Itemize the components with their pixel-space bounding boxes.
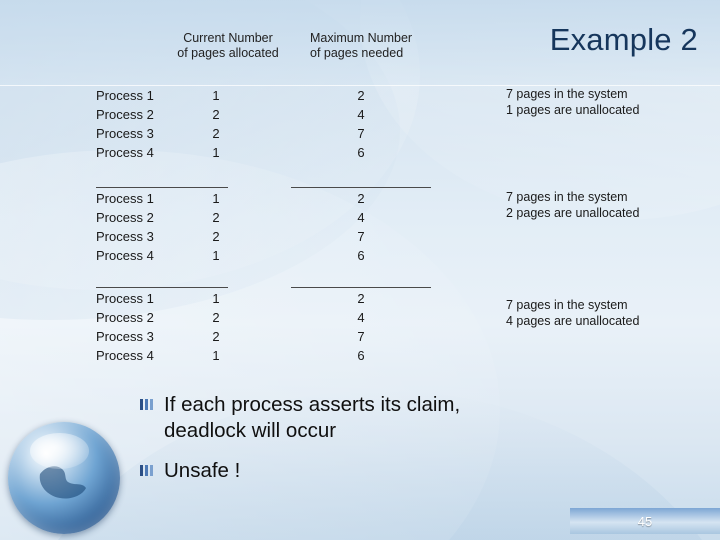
table-row: Process 1 1 2 7 pages in the system 4 pa… bbox=[96, 291, 706, 328]
bullet-list: If each process asserts its claim, deadl… bbox=[140, 392, 680, 498]
cell-current: 2 bbox=[212, 229, 220, 244]
cell-process: Process 1 bbox=[96, 291, 154, 306]
cell-process: Process 3 bbox=[96, 126, 154, 141]
block-note-line1: 7 pages in the system bbox=[506, 87, 628, 101]
cell-current: 1 bbox=[212, 191, 220, 206]
cell-maximum: 4 bbox=[357, 107, 365, 122]
cell-process: Process 4 bbox=[96, 145, 154, 160]
bullet-marker-icon bbox=[140, 399, 153, 410]
slide-number: 45 bbox=[637, 513, 653, 529]
bullet-text-line2: deadlock will occur bbox=[164, 419, 337, 442]
block-note-line1: 7 pages in the system bbox=[506, 190, 628, 204]
cell-process: Process 1 bbox=[96, 191, 154, 206]
bullet-text: If each process asserts its claim, deadl… bbox=[164, 392, 460, 444]
globe-logo bbox=[8, 422, 120, 534]
cell-maximum: 7 bbox=[357, 329, 365, 344]
column-header-current-line2: of pages allocated bbox=[177, 46, 279, 60]
cell-current: 1 bbox=[212, 88, 220, 103]
cell-maximum: 6 bbox=[357, 248, 365, 263]
cell-current: 1 bbox=[212, 291, 220, 306]
block-rule-right bbox=[291, 287, 431, 288]
table-row: Process 4 1 6 bbox=[96, 248, 706, 267]
bullet-marker-icon bbox=[140, 465, 153, 476]
table-row: Process 1 1 2 7 pages in the system 1 pa… bbox=[96, 87, 706, 117]
cell-maximum: 4 bbox=[357, 310, 365, 325]
cell-maximum: 6 bbox=[357, 145, 365, 160]
cell-process: Process 1 bbox=[96, 88, 154, 103]
table-row: Process 2 2 4 bbox=[96, 310, 706, 329]
cell-process: Process 2 bbox=[96, 107, 154, 122]
column-header-maximum-line1: Maximum Number bbox=[310, 31, 413, 45]
cell-maximum: 2 bbox=[357, 291, 365, 306]
globe-landmass-icon bbox=[39, 466, 86, 499]
cell-current: 1 bbox=[212, 348, 220, 363]
cell-process: Process 2 bbox=[96, 310, 154, 325]
cell-maximum: 2 bbox=[357, 191, 365, 206]
cell-process: Process 3 bbox=[96, 229, 154, 244]
bullet-text: Unsafe ! bbox=[164, 459, 241, 482]
bullet-text-line1: If each process asserts its claim, bbox=[164, 393, 461, 416]
table-row: Process 3 2 7 bbox=[96, 229, 706, 248]
column-header-current: Current Number of pages allocated bbox=[163, 31, 293, 61]
list-item: If each process asserts its claim, deadl… bbox=[140, 392, 680, 444]
table-row: Process 3 2 7 bbox=[96, 329, 706, 348]
table-row: Process 3 2 7 bbox=[96, 126, 706, 145]
column-header-maximum-line2: of pages needed bbox=[310, 46, 404, 60]
table-block-3: Process 1 1 2 7 pages in the system 4 pa… bbox=[96, 287, 706, 367]
cell-current: 1 bbox=[212, 145, 220, 160]
cell-current: 2 bbox=[212, 107, 220, 122]
table-row: Process 2 2 4 bbox=[96, 210, 706, 229]
block-rule-left bbox=[96, 287, 228, 288]
cell-process: Process 2 bbox=[96, 210, 154, 225]
table-block-1: Process 1 1 2 7 pages in the system 1 pa… bbox=[96, 87, 706, 164]
cell-maximum: 6 bbox=[357, 348, 365, 363]
cell-current: 1 bbox=[212, 248, 220, 263]
list-item: Unsafe ! bbox=[140, 458, 680, 484]
slide-number-plate: 45 bbox=[570, 508, 720, 534]
column-header-current-line1: Current Number bbox=[183, 31, 273, 45]
cell-maximum: 2 bbox=[357, 88, 365, 103]
cell-current: 2 bbox=[212, 310, 220, 325]
cell-current: 2 bbox=[212, 329, 220, 344]
table-row: Process 1 1 2 7 pages in the system 2 pa… bbox=[96, 190, 706, 220]
cell-current: 2 bbox=[212, 126, 220, 141]
cell-process: Process 4 bbox=[96, 348, 154, 363]
cell-process: Process 3 bbox=[96, 329, 154, 344]
cell-current: 2 bbox=[212, 210, 220, 225]
table-row: Process 2 2 4 bbox=[96, 107, 706, 126]
slide: Example 2 Current Number of pages alloca… bbox=[0, 0, 720, 540]
cell-maximum: 7 bbox=[357, 229, 365, 244]
cell-process: Process 4 bbox=[96, 248, 154, 263]
table-row: Process 4 1 6 bbox=[96, 145, 706, 164]
block-rule-left bbox=[96, 187, 228, 188]
column-header-maximum: Maximum Number of pages needed bbox=[310, 31, 460, 61]
page-title: Example 2 bbox=[549, 22, 698, 57]
block-rule-right bbox=[291, 187, 431, 188]
cell-maximum: 4 bbox=[357, 210, 365, 225]
table-row: Process 4 1 6 bbox=[96, 348, 706, 367]
cell-maximum: 7 bbox=[357, 126, 365, 141]
table-block-2: Process 1 1 2 7 pages in the system 2 pa… bbox=[96, 187, 706, 267]
